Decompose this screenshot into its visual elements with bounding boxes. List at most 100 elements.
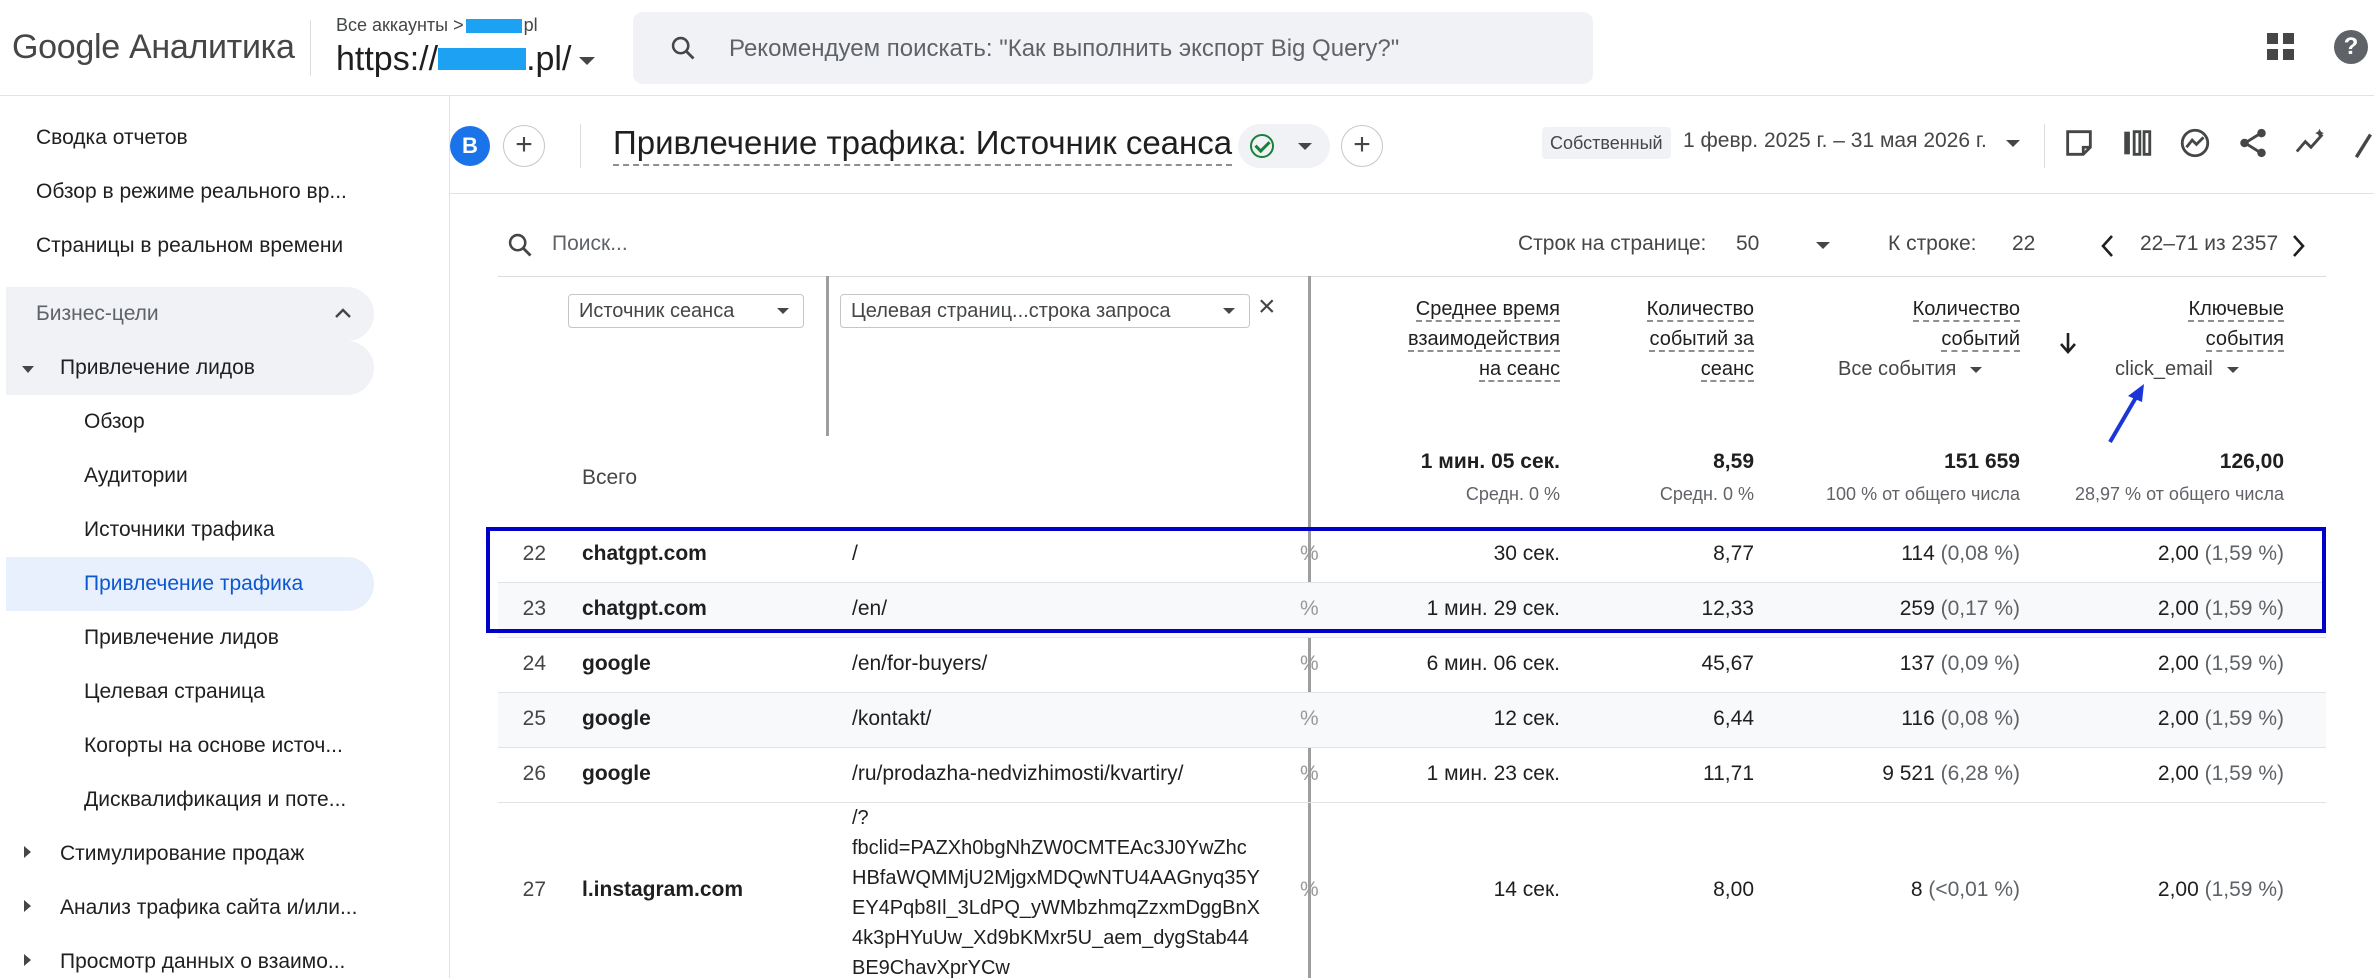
sidebar-item-audiences[interactable]: Аудитории: [84, 449, 188, 503]
report-status-chip[interactable]: [1238, 124, 1330, 168]
row-key-events: 2,00 (1,59 %): [2038, 707, 2284, 731]
sort-arrow-down-icon[interactable]: [2058, 330, 2078, 356]
header-event-count[interactable]: Количество событий: [1798, 294, 2020, 354]
account-breadcrumb[interactable]: Все аккаунты > pl: [336, 15, 538, 36]
value: 116: [1901, 707, 1935, 730]
caret-down-icon: [22, 366, 34, 373]
top-bar: Google Аналитика Все аккаунты > pl https:…: [0, 0, 2374, 96]
go-to-row-input[interactable]: 22: [2012, 232, 2035, 256]
header-line: сеанс: [1700, 358, 1754, 382]
header-avg-engagement-time[interactable]: Среднее время взаимодействия на сеанс: [1360, 294, 1560, 384]
add-comparison-button[interactable]: +: [503, 125, 545, 167]
table-search-input[interactable]: Поиск...: [552, 232, 628, 256]
key-event-filter-select[interactable]: click_email: [2115, 358, 2239, 381]
sidebar-group-traffic-analysis[interactable]: Анализ трафика сайта и/или...: [60, 881, 357, 935]
chevron-down-icon[interactable]: [1816, 242, 1830, 249]
table-row[interactable]: 26 google /ru/prodazha-nedvizhimosti/kva…: [498, 747, 2326, 802]
sparkle-trend-icon[interactable]: [2294, 126, 2328, 160]
sidebar-item-realtime-pages[interactable]: Страницы в реальном времени: [36, 219, 343, 273]
sidebar-item-traffic-acquisition[interactable]: Привлечение трафика: [84, 557, 303, 611]
row-key-events: 2,00 (1,59 %): [2038, 652, 2284, 676]
row-key-events: 2,00 (1,59 %): [2038, 762, 2284, 786]
sidebar-item-realtime-overview[interactable]: Обзор в режиме реального вр...: [36, 165, 347, 219]
row-source: l.instagram.com: [582, 878, 744, 901]
sidebar-item-landing-page[interactable]: Целевая страница: [84, 665, 265, 719]
value: 9 521: [1882, 762, 1935, 785]
sidebar-item-traffic-sources[interactable]: Источники трафика: [84, 503, 275, 557]
compare-icon[interactable]: [2120, 126, 2154, 160]
share-icon[interactable]: [2236, 126, 2270, 160]
header-line: события: [2205, 328, 2284, 352]
row-eps: 6,44: [1713, 707, 1754, 730]
row-index: 25: [522, 707, 546, 730]
insights-icon[interactable]: [2178, 126, 2212, 160]
percent: (0,09 %): [1940, 652, 2020, 675]
redacted-mark: [438, 48, 527, 71]
dimension-label: Источник сеанса: [579, 300, 735, 322]
total-event-count: 151 659: [1944, 450, 2020, 473]
sidebar-item-lead-acquisition[interactable]: Привлечение лидов: [84, 611, 279, 665]
row-avg-time: 14 сек.: [1493, 878, 1560, 901]
table-row[interactable]: 27 l.instagram.com /? fbclid=PAZXh0bgNhZ…: [498, 802, 2326, 978]
date-range[interactable]: 1 февр. 2025 г. – 31 мая 2026 г.: [1683, 129, 1987, 153]
percent: (0,08 %): [1940, 707, 2020, 730]
table-row[interactable]: 24 google /en/for-buyers/ % 6 мин. 06 се…: [498, 637, 2326, 692]
value: 2,00: [2157, 762, 2199, 785]
chevron-down-icon[interactable]: [2006, 140, 2020, 147]
value: 2,00: [2157, 878, 2199, 901]
apps-grid-icon[interactable]: [2266, 32, 2296, 62]
redacted-mark: [465, 19, 522, 34]
app-logo[interactable]: Google Аналитика: [12, 28, 295, 67]
sidebar-group-drive-sales[interactable]: Стимулирование продаж: [60, 827, 304, 881]
chevron-up-icon[interactable]: [334, 307, 352, 319]
dimension-selector-landing-page[interactable]: Целевая страниц...строка запроса: [840, 294, 1250, 328]
search-bar[interactable]: Рекомендуем поискать: "Как выполнить экс…: [633, 12, 1593, 84]
event-filter-select[interactable]: Все события: [1838, 358, 1983, 381]
account-crumb-suffix: pl: [523, 15, 538, 35]
dimension-label: Целевая страниц...строка запроса: [851, 300, 1171, 322]
header-line: событий: [1941, 328, 2020, 352]
header-line: Среднее время: [1415, 298, 1560, 322]
sidebar-item-disqualification[interactable]: Дисквалификация и поте...: [84, 773, 346, 827]
total-avg-time: 1 мин. 05 сек.: [1420, 450, 1560, 473]
total-event-count-sub: 100 % от общего числа: [1826, 484, 2020, 504]
row-key-events: 2,00 (1,59 %): [2038, 878, 2284, 902]
page-title[interactable]: Привлечение трафика: Источник сеанса: [613, 124, 1233, 166]
sidebar-item-reports-snapshot[interactable]: Сводка отчетов: [36, 111, 188, 165]
totals-label: Всего: [582, 466, 638, 489]
pencil-icon[interactable]: [2350, 126, 2374, 160]
chevron-right-icon[interactable]: [2288, 232, 2308, 260]
help-icon[interactable]: ?: [2334, 30, 2368, 64]
rows-per-page-select[interactable]: 50: [1736, 232, 1759, 256]
dimension-selector-source[interactable]: Источник сеанса: [568, 294, 804, 328]
row-eps: 45,67: [1701, 652, 1754, 675]
row-eps: 8,00: [1713, 878, 1754, 901]
header-line: событий за: [1649, 328, 1754, 352]
edit-note-icon[interactable]: [2062, 126, 2096, 160]
row-avg-time: 1 мин. 23 сек.: [1426, 762, 1560, 785]
caret-right-icon: [24, 900, 31, 912]
chevron-down-icon: [1223, 308, 1235, 314]
sidebar-item-source-cohorts[interactable]: Когорты на основе источ...: [84, 719, 343, 773]
column-resize-handle[interactable]: [826, 276, 829, 436]
add-button[interactable]: +: [1341, 125, 1383, 167]
percent: (6,28 %): [1940, 762, 2020, 785]
row-source: google: [582, 762, 651, 785]
header-key-events[interactable]: Ключевые события: [2084, 294, 2284, 354]
sidebar-group-engagement[interactable]: Просмотр данных о взаимо...: [60, 935, 345, 978]
sidebar-section-label: Бизнес-цели: [36, 302, 159, 325]
row-event-count: 9 521 (6,28 %): [1758, 762, 2020, 786]
sidebar: Сводка отчетов Обзор в режиме реального …: [0, 96, 450, 978]
comparison-avatar[interactable]: B: [450, 126, 490, 166]
property-selector[interactable]: https:// .pl/: [336, 40, 596, 79]
date-mode-chip: Собственный: [1542, 127, 1671, 159]
divider: [2044, 124, 2045, 168]
header-events-per-session[interactable]: Количество событий за сеанс: [1562, 294, 1754, 384]
row-index: 26: [522, 762, 546, 785]
header-line: Количество: [1646, 298, 1754, 322]
chevron-left-icon[interactable]: [2098, 232, 2118, 260]
close-icon[interactable]: ×: [1258, 290, 1276, 324]
sidebar-item-overview[interactable]: Обзор: [84, 395, 145, 449]
chevron-down-icon: [777, 308, 789, 314]
table-row[interactable]: 25 google /kontakt/ % 12 сек. 6,44 116 (…: [498, 692, 2326, 747]
